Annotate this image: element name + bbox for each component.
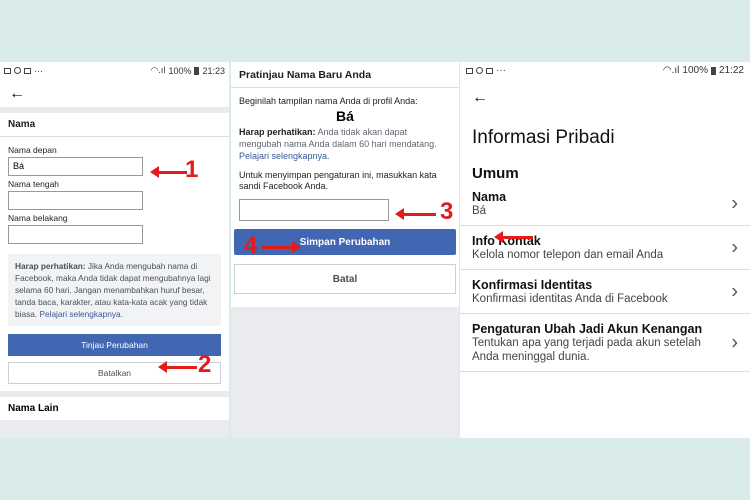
name-card: Nama Nama depan Bá Nama tengah Nama bela… [0, 113, 229, 391]
gallery-icon [466, 67, 473, 74]
preview-warning: Harap perhatikan: Anda tidak akan dapat … [239, 126, 451, 162]
more-notifications: ··· [496, 65, 506, 76]
list-item-identity-confirmation[interactable]: Konfirmasi Identitas Konfirmasi identita… [460, 270, 750, 314]
last-name-input[interactable] [8, 225, 143, 244]
row-title: Konfirmasi Identitas [472, 278, 593, 292]
status-bar: ··· ◠.ıl 100% 21:22 [460, 62, 750, 79]
warning-note: Harap perhatikan: Jika Anda mengubah nam… [8, 254, 221, 326]
app-icon [24, 67, 31, 74]
edit-name-screen: ··· ◠.ıl 100% 21:23 ← Nama Nama depan Bá N… [0, 62, 229, 438]
learn-more-link[interactable]: Pelajari selengkapnya. [239, 151, 330, 161]
review-changes-button[interactable]: Tinjau Perubahan [8, 334, 221, 356]
row-title: Nama [472, 190, 507, 204]
warn-bold: Harap perhatikan: [239, 127, 316, 137]
annotation-number-2: 2 [198, 351, 212, 378]
chevron-right-icon: › [731, 192, 738, 214]
section-general: Umum [472, 165, 519, 182]
chevron-right-icon: › [731, 331, 738, 353]
annotation-arrow-4 [262, 241, 301, 253]
list-item-name[interactable]: Nama Bá › [460, 182, 750, 226]
annotation-number-3: 3 [440, 198, 454, 225]
wifi-signal-icon: ◠.ıl [662, 65, 680, 76]
first-name-input[interactable]: Bá [8, 157, 143, 176]
annotation-number-1: 1 [185, 156, 199, 183]
status-bar: ··· ◠.ıl 100% 21:23 [0, 62, 229, 79]
chevron-right-icon: › [731, 280, 738, 302]
password-prompt: Untuk menyimpan pengaturan ini, masukkan… [239, 170, 437, 191]
note-bold: Harap perhatikan: [15, 261, 86, 271]
personal-info-screen: ··· ◠.ıl 100% 21:22 ← Informasi Pribadi Um… [460, 62, 750, 438]
first-name-label: Nama depan [8, 145, 57, 155]
chevron-right-icon: › [731, 236, 738, 258]
battery-icon [194, 66, 200, 75]
annotation-arrow-2 [158, 361, 197, 373]
battery-icon [710, 66, 716, 75]
wifi-signal-icon: ◠.ıl [150, 65, 166, 75]
section-title: Nama [0, 119, 229, 137]
clock: 21:22 [718, 65, 744, 76]
row-title: Pengaturan Ubah Jadi Akun Kenangan [472, 322, 703, 336]
annotation-arrow-name [494, 231, 533, 243]
preview-title: Pratinjau Nama Baru Anda [231, 69, 459, 88]
preview-card: Pratinjau Nama Baru Anda Beginilah tampi… [231, 62, 459, 307]
other-names-header: Nama Lain [0, 397, 229, 420]
learn-more-link[interactable]: Pelajari selengkapnya. [39, 309, 122, 319]
more-notifications: ··· [34, 65, 43, 76]
battery-level: 100% [168, 65, 192, 76]
battery-level: 100% [682, 65, 708, 76]
annotation-number-4: 4 [244, 232, 258, 259]
row-subtitle: Bá [472, 205, 487, 217]
row-subtitle: Kelola nomor telepon dan email Anda [472, 249, 664, 261]
messenger-icon [476, 67, 483, 74]
last-name-label: Nama belakang [8, 213, 68, 223]
gallery-icon [4, 67, 11, 74]
annotation-arrow-1 [150, 166, 187, 178]
back-arrow-icon[interactable]: ← [9, 85, 25, 102]
back-arrow-icon[interactable]: ← [472, 89, 488, 106]
page-title: Informasi Pribadi [472, 127, 615, 148]
row-subtitle: Tentukan apa yang terjadi pada akun sete… [472, 337, 701, 363]
messenger-icon [14, 67, 21, 74]
preview-name: Bá [336, 108, 354, 124]
preview-intro: Beginilah tampilan nama Anda di profil A… [239, 96, 418, 106]
password-input[interactable] [239, 199, 389, 221]
annotation-arrow-3 [395, 208, 436, 220]
header: ··· ◠.ıl 100% 21:23 ← [0, 62, 229, 107]
list-item-memorialization[interactable]: Pengaturan Ubah Jadi Akun Kenangan Tentu… [460, 314, 750, 372]
clock: 21:23 [202, 65, 225, 76]
row-subtitle: Konfirmasi identitas Anda di Facebook [472, 293, 668, 305]
app-icon [486, 67, 493, 74]
cancel-button[interactable]: Batal [234, 264, 456, 294]
middle-name-input[interactable] [8, 191, 143, 210]
